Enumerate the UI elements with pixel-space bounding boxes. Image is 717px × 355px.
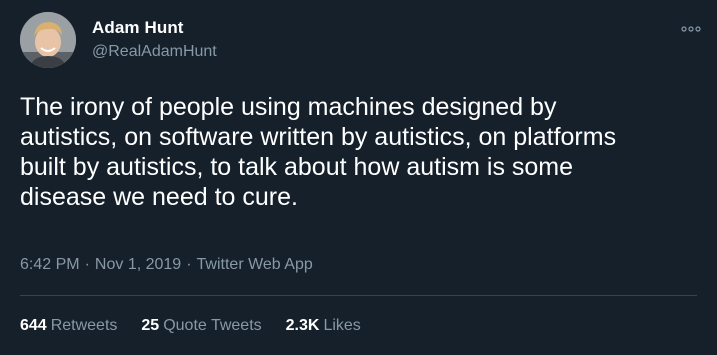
tweet-stats: 644 Retweets 25 Quote Tweets 2.3K Likes <box>20 317 361 335</box>
likes-label: Likes <box>323 317 361 334</box>
author-handle[interactable]: @RealAdamHunt <box>92 43 217 61</box>
retweets-label: Retweets <box>50 317 118 334</box>
retweets-stat[interactable]: 644 Retweets <box>20 317 117 335</box>
tweet-time[interactable]: 6:42 PM <box>20 256 80 274</box>
tweet-source[interactable]: Twitter Web App <box>197 256 313 274</box>
more-options-icon[interactable] <box>679 22 703 36</box>
avatar-photo-icon <box>20 12 76 68</box>
likes-stat[interactable]: 2.3K Likes <box>286 317 361 335</box>
retweets-count: 644 <box>20 317 47 334</box>
avatar[interactable] <box>20 12 76 68</box>
meta-separator: · <box>186 256 192 273</box>
tweet-date[interactable]: Nov 1, 2019 <box>95 256 181 274</box>
tweet-card: Adam Hunt @RealAdamHunt The irony of peo… <box>0 0 717 355</box>
quote-tweets-stat[interactable]: 25 Quote Tweets <box>141 317 261 335</box>
quote-tweets-count: 25 <box>141 317 160 334</box>
quote-tweets-label: Quote Tweets <box>163 317 262 334</box>
likes-count: 2.3K <box>285 317 320 334</box>
tweet-text: The irony of people using machines desig… <box>20 93 617 211</box>
divider <box>20 295 697 296</box>
author-display-name[interactable]: Adam Hunt <box>92 18 184 38</box>
meta-separator: · <box>84 256 90 273</box>
tweet-meta: 6:42 PM · Nov 1, 2019 · Twitter Web App <box>20 256 313 274</box>
